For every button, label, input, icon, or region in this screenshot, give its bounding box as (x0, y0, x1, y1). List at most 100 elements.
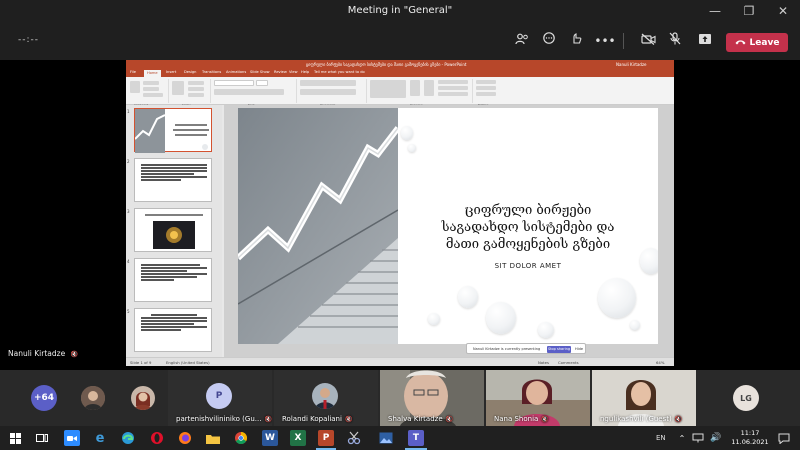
slide-thumbnail[interactable] (134, 158, 212, 202)
slide-thumbnail[interactable] (134, 258, 212, 302)
slide-thumbnail[interactable] (134, 208, 212, 252)
select-icon[interactable] (476, 92, 496, 96)
file-explorer-icon[interactable] (205, 430, 221, 446)
font-size-box[interactable] (256, 80, 268, 86)
participant-name: Nana Shonia (494, 415, 539, 423)
share-icon[interactable] (694, 31, 716, 51)
shapes-gallery[interactable] (370, 80, 406, 98)
shape-outline-icon[interactable] (438, 86, 468, 90)
new-slide-icon[interactable] (172, 81, 184, 95)
ppt-tab-animations[interactable]: Animations (226, 70, 246, 74)
snipping-tool-icon[interactable] (346, 430, 362, 446)
internet-explorer-icon[interactable]: e (92, 430, 108, 446)
people-icon[interactable] (511, 31, 533, 51)
ppt-tab-home[interactable]: Home (144, 70, 161, 77)
hide-bar-button[interactable]: Hide (575, 347, 583, 351)
word-icon[interactable]: W (262, 430, 278, 446)
windows-start-icon[interactable] (7, 430, 23, 446)
slide-thumbnail[interactable] (134, 108, 212, 153)
avatar[interactable]: LG (733, 385, 759, 411)
volume-icon[interactable]: 🔊 (708, 430, 724, 446)
close-icon[interactable]: ✕ (766, 0, 800, 22)
shape-effects-icon[interactable] (438, 92, 468, 96)
chat-icon[interactable] (538, 31, 560, 51)
avatar[interactable] (81, 386, 105, 410)
section-icon[interactable] (188, 93, 204, 97)
powerpoint-icon[interactable]: P (318, 430, 334, 446)
thumb-number: 5 (127, 309, 130, 314)
avatar[interactable] (131, 386, 155, 410)
font-name-box[interactable] (214, 80, 254, 86)
font-format-row[interactable] (214, 89, 284, 95)
ppt-tell-me[interactable]: Tell me what you want to do (314, 70, 365, 74)
presenter-label: Nanuli Kirtadze 🔇 (8, 349, 78, 358)
leave-button[interactable]: Leave (726, 33, 788, 52)
format-painter-icon[interactable] (143, 93, 163, 97)
ppt-tab-transitions[interactable]: Transitions (202, 70, 221, 74)
current-slide[interactable]: ციფრული ბირჟები საგადახდო სისტემები და მ… (238, 108, 658, 344)
quick-styles-icon[interactable] (424, 80, 434, 96)
ppt-tab-view[interactable]: View (289, 70, 298, 74)
ppt-tab-review[interactable]: Review (274, 70, 287, 74)
participant-name: partenishvilininiko (Gu... (176, 415, 262, 423)
mic-muted-icon: 🔇 (70, 351, 79, 358)
teams-icon[interactable]: T (408, 430, 424, 446)
overflow-count: +64 (33, 393, 55, 403)
restore-icon[interactable]: ❐ (732, 0, 766, 22)
paragraph-row[interactable] (300, 80, 356, 86)
participant-name: ngulikashvili (Guest) (600, 415, 672, 423)
zoom-app-icon[interactable] (64, 430, 80, 446)
arrange-icon[interactable] (410, 80, 420, 96)
notes-button[interactable]: Notes (538, 360, 549, 365)
layout-icon[interactable] (188, 81, 204, 85)
slide-title-line: მათი გამოყენების გზები (445, 237, 611, 252)
reset-icon[interactable] (188, 87, 204, 91)
slide-editing-area: ციფრული ბირჟები საგადახდო სისტემები და მ… (224, 105, 674, 357)
more-icon[interactable]: ••• (594, 31, 616, 51)
mic-muted-icon: 🔇 (674, 416, 683, 423)
notifications-icon[interactable] (776, 430, 792, 446)
proofing-language[interactable]: English (United States) (166, 360, 210, 365)
task-view-icon[interactable] (34, 430, 50, 446)
ppt-tab-insert[interactable]: Insert (166, 70, 176, 74)
shape-fill-icon[interactable] (438, 80, 468, 84)
mic-off-icon[interactable] (664, 31, 686, 51)
alignment-row[interactable] (300, 89, 356, 95)
camera-off-icon[interactable] (637, 31, 659, 51)
opera-icon[interactable] (149, 430, 165, 446)
photos-icon[interactable] (378, 430, 394, 446)
ppt-tab-design[interactable]: Design (184, 70, 196, 74)
ppt-tab-file[interactable]: File (130, 70, 136, 74)
paste-icon[interactable] (130, 81, 140, 93)
minimize-icon[interactable]: — (698, 0, 732, 22)
edge-icon[interactable] (120, 430, 136, 446)
ppt-tab-help[interactable]: Help (301, 70, 309, 74)
show-hidden-icons-icon[interactable]: ⌃ (674, 430, 690, 446)
participant-tile[interactable]: P partenishvilininiko (Gu... 🔇 (168, 370, 272, 426)
chrome-icon[interactable] (233, 430, 249, 446)
participant-video-tile[interactable]: Shalva Kirtadze 🔇 (380, 370, 484, 426)
shared-powerpoint-window[interactable]: ციფრული ბირჟები საგადახდო სისტემები და მ… (126, 60, 674, 366)
toolbar-divider (623, 33, 624, 49)
water-drop-decoration (538, 322, 554, 338)
zoom-level[interactable]: 64% (656, 360, 664, 365)
thumb-number: 1 (127, 109, 130, 114)
comments-button[interactable]: Comments (558, 360, 579, 365)
stop-sharing-button[interactable]: Stop sharing (547, 346, 571, 353)
participant-video-tile[interactable]: ngulikashvili (Guest) 🔇 (592, 370, 696, 426)
firefox-icon[interactable] (177, 430, 193, 446)
participant-tile[interactable]: Rolandi Kopaliani 🔇 (274, 370, 378, 426)
participant-video-tile[interactable]: Nana Shonia 🔇 (486, 370, 590, 426)
slide-thumbnail[interactable] (134, 308, 212, 352)
ppt-tab-slide-show[interactable]: Slide Show (250, 70, 270, 74)
more-participants-button[interactable]: +64 (31, 385, 57, 411)
avatar-initial: LG (740, 393, 752, 403)
copy-icon[interactable] (143, 87, 159, 91)
find-icon[interactable] (476, 80, 496, 84)
excel-icon[interactable]: X (290, 430, 306, 446)
cut-icon[interactable] (143, 81, 159, 85)
replace-icon[interactable] (476, 86, 496, 90)
reactions-icon[interactable] (566, 31, 588, 51)
network-icon[interactable] (690, 430, 706, 446)
system-clock[interactable]: 11:17 11.06.2021 (728, 429, 772, 447)
